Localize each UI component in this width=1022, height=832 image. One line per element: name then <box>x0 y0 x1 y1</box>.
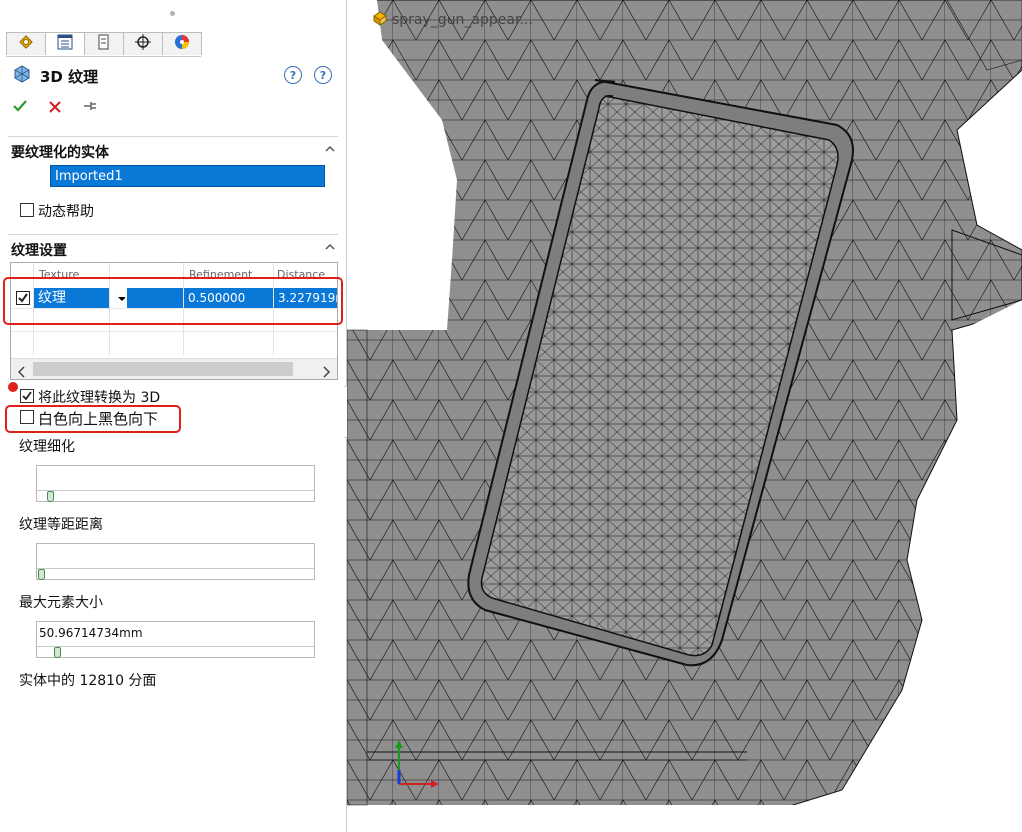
part-icon <box>372 10 388 30</box>
panel-grip[interactable] <box>170 11 175 16</box>
section-texture-settings[interactable]: 纹理设置 <box>8 234 338 259</box>
section-heading: 纹理设置 <box>11 243 67 259</box>
tab-feature-manager[interactable] <box>6 32 46 55</box>
max-element-value[interactable]: 50.96714734mm <box>39 626 143 640</box>
cancel-icon[interactable] <box>48 99 62 118</box>
property-manager-icon <box>56 33 74 55</box>
configuration-manager-icon <box>95 33 113 55</box>
textured-mesh-model <box>347 0 1022 832</box>
tab-configuration-manager[interactable] <box>84 32 124 55</box>
display-manager-icon <box>173 33 191 55</box>
highlight-table-row <box>3 277 343 325</box>
texture-3d-icon <box>12 64 32 88</box>
feature-manager-icon <box>17 33 35 55</box>
tab-display-manager[interactable] <box>162 32 202 55</box>
chevron-up-icon[interactable] <box>324 238 336 257</box>
refinement-label: 纹理细化 <box>19 439 75 455</box>
highlight-invert <box>5 405 181 433</box>
body-selection-box[interactable]: Imported1 <box>50 165 325 187</box>
chevron-up-icon[interactable] <box>324 140 336 159</box>
offset-slider[interactable] <box>36 543 315 580</box>
tab-dimxpert[interactable] <box>123 32 163 55</box>
document-tab[interactable]: spray_gun_appear... <box>372 10 533 30</box>
section-entities[interactable]: 要纹理化的实体 <box>8 136 338 161</box>
scroll-right-icon[interactable] <box>321 363 331 379</box>
scroll-thumb[interactable] <box>33 362 293 376</box>
max-element-label: 最大元素大小 <box>19 595 103 611</box>
error-marker <box>8 382 18 392</box>
convert-3d-label: 将此纹理转换为 3D <box>38 390 161 406</box>
tab-property-manager[interactable] <box>45 32 85 55</box>
scroll-left-icon[interactable] <box>17 363 27 379</box>
confirm-icon[interactable] <box>12 98 28 118</box>
whats-new-icon[interactable]: ? <box>284 66 302 84</box>
pin-icon[interactable] <box>82 98 98 118</box>
graphics-viewport[interactable] <box>347 0 1022 832</box>
page-title: 3D 纹理 <box>40 67 99 86</box>
slider-thumb[interactable] <box>38 569 45 580</box>
dynamic-help-label: 动态帮助 <box>38 204 94 220</box>
section-heading: 要纹理化的实体 <box>11 145 109 161</box>
feature-title: 3D 纹理 <box>12 64 98 88</box>
slider-thumb[interactable] <box>54 647 61 658</box>
dimxpert-icon <box>134 33 152 55</box>
help-icon[interactable]: ? <box>314 66 332 84</box>
dynamic-help-checkbox[interactable] <box>20 203 34 217</box>
convert-3d-checkbox[interactable] <box>20 389 34 403</box>
max-element-input[interactable]: 50.96714734mm <box>36 621 315 658</box>
table-hscrollbar[interactable] <box>11 358 337 379</box>
facet-count-text: 实体中的 12810 分面 <box>19 673 157 689</box>
document-name: spray_gun_appear... <box>392 12 533 28</box>
manager-tabs <box>6 32 202 57</box>
action-buttons <box>12 98 98 118</box>
refinement-slider[interactable] <box>36 465 315 502</box>
offset-label: 纹理等距距离 <box>19 517 103 533</box>
property-manager-panel: 3D 纹理 ? ? 要纹理化的实体 Imported1 动态帮助 纹理设置 Te… <box>0 0 358 832</box>
slider-thumb[interactable] <box>47 491 54 502</box>
